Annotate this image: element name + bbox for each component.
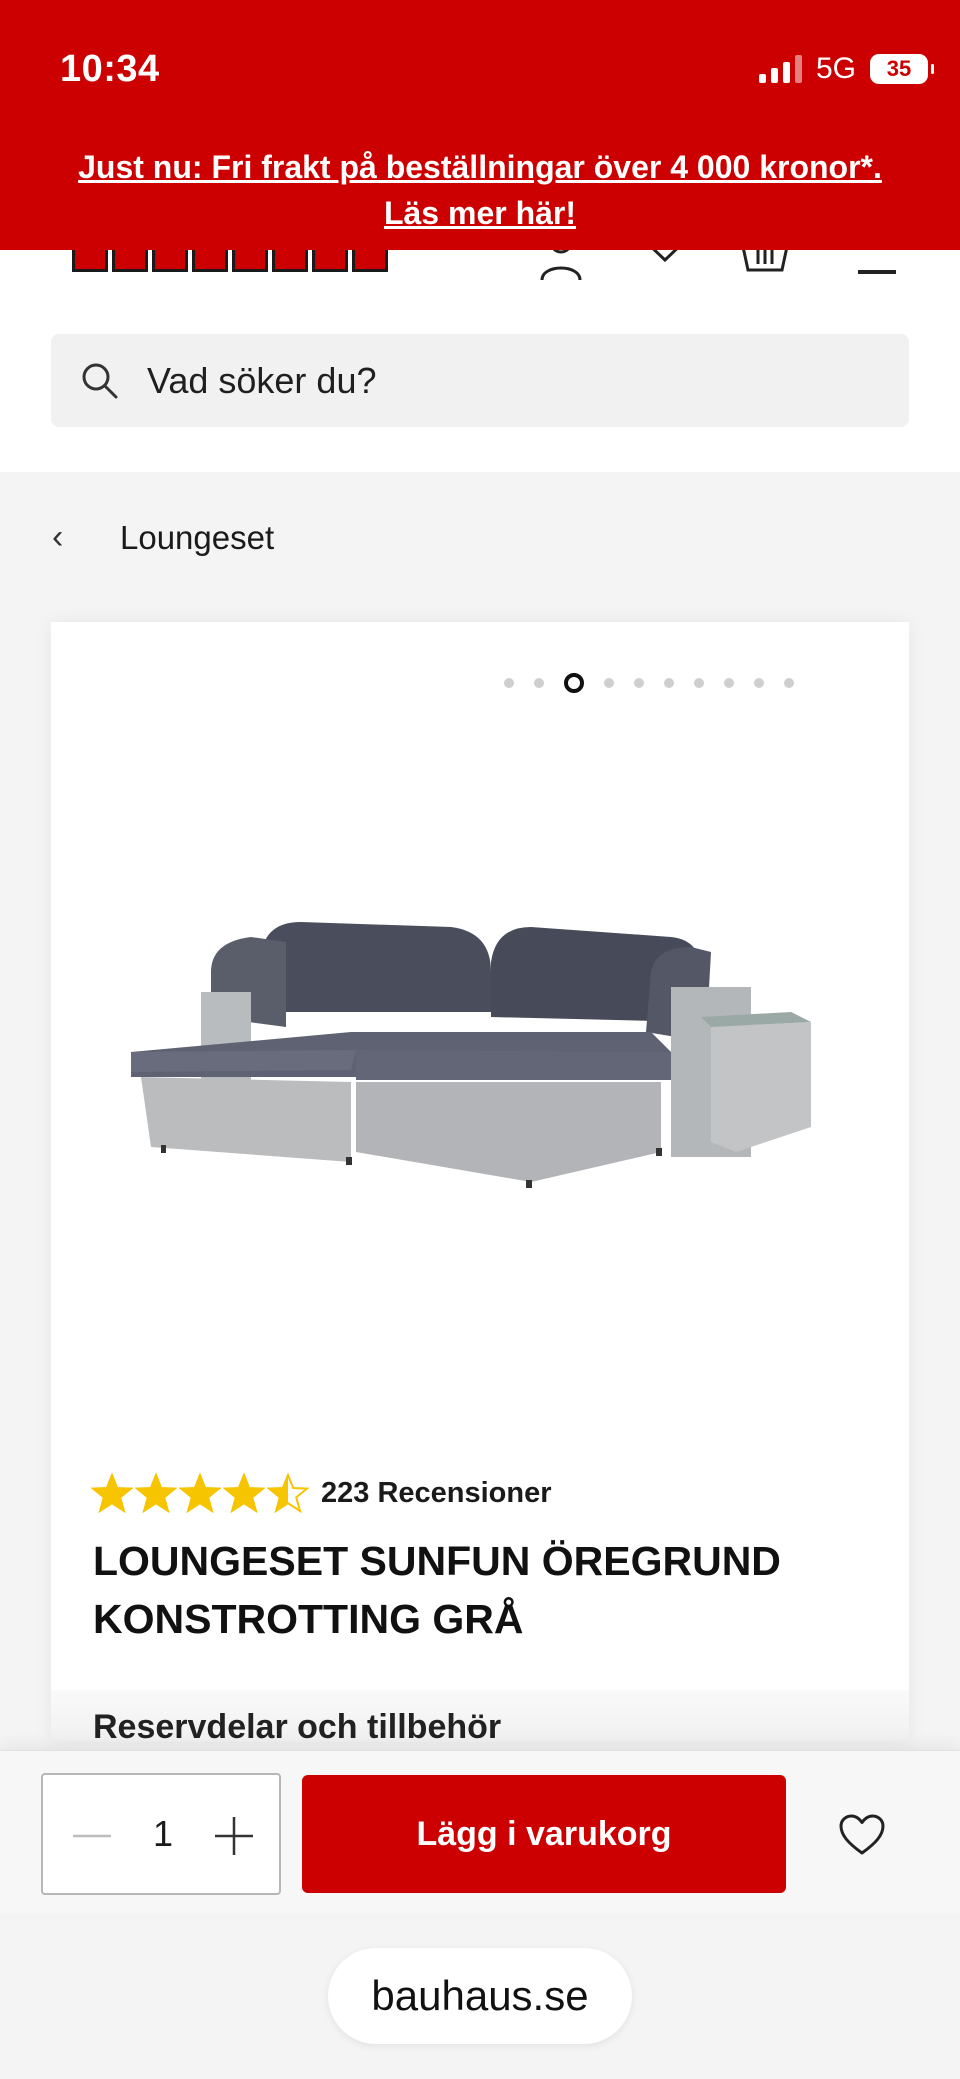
gallery-dot[interactable]	[634, 678, 644, 688]
network-type: 5G	[815, 52, 856, 85]
gallery-dot[interactable]	[564, 673, 584, 693]
battery-icon: 35	[870, 54, 934, 84]
url-pill[interactable]: bauhaus.se	[328, 1948, 632, 2044]
breadcrumb[interactable]: ‹ Loungeset	[52, 518, 274, 557]
gallery-dot[interactable]	[664, 678, 674, 688]
gallery-pagination[interactable]	[494, 673, 804, 693]
buy-bar: 1 Lägg i varukorg	[0, 1750, 960, 1914]
star-icon	[267, 1472, 309, 1514]
breadcrumb-label: Loungeset	[120, 518, 275, 556]
product-title: LOUNGESET SUNFUN ÖREGRUND KONSTROTTING G…	[93, 1538, 781, 1642]
signal-icon	[758, 55, 802, 83]
promo-link[interactable]: Just nu: Fri frakt på beställningar över…	[0, 144, 960, 236]
gallery-dot[interactable]	[754, 678, 764, 688]
product-card: 223 Recensioner LOUNGESET SUNFUN ÖREGRUN…	[51, 622, 909, 1742]
search-placeholder: Vad söker du?	[147, 360, 377, 401]
gallery-dot[interactable]	[604, 678, 614, 688]
gallery-dot[interactable]	[694, 678, 704, 688]
promo-line-2: Läs mer här!	[383, 195, 577, 231]
status-indicators: 5G 35	[758, 52, 934, 86]
next-section-label: Reservdelar och tillbehör	[93, 1708, 502, 1742]
plus-icon[interactable]	[209, 1811, 259, 1861]
star-icon	[223, 1472, 265, 1514]
status-time: 10:34	[60, 48, 160, 90]
gallery-dot[interactable]	[784, 678, 794, 688]
review-count: 223 Recensioner	[321, 1476, 552, 1509]
gallery-dot[interactable]	[504, 678, 514, 688]
browser-bar: bauhaus.se	[0, 1914, 960, 2079]
star-icon	[135, 1472, 177, 1514]
favorite-heart-icon[interactable]	[838, 1813, 886, 1857]
gallery-dot[interactable]	[534, 678, 544, 688]
promo-banner: 10:34 5G 35 Just nu: Fri frakt på bestäl…	[0, 0, 960, 250]
product-image[interactable]	[111, 852, 851, 1212]
quantity-stepper[interactable]: 1	[41, 1773, 281, 1895]
promo-line-1: Just nu: Fri frakt på beställningar över…	[78, 149, 882, 185]
gallery-dot[interactable]	[724, 678, 734, 688]
search-input[interactable]: Vad söker du?	[51, 334, 909, 427]
search-icon	[82, 363, 118, 399]
add-to-cart-button[interactable]: Lägg i varukorg	[302, 1775, 786, 1893]
star-rating	[91, 1472, 309, 1514]
chevron-left-icon: ‹	[52, 518, 64, 556]
star-icon	[91, 1472, 133, 1514]
next-section-header[interactable]: Reservdelar och tillbehör	[51, 1690, 909, 1742]
star-icon	[179, 1472, 221, 1514]
product-rating[interactable]: 223 Recensioner	[91, 1472, 552, 1514]
